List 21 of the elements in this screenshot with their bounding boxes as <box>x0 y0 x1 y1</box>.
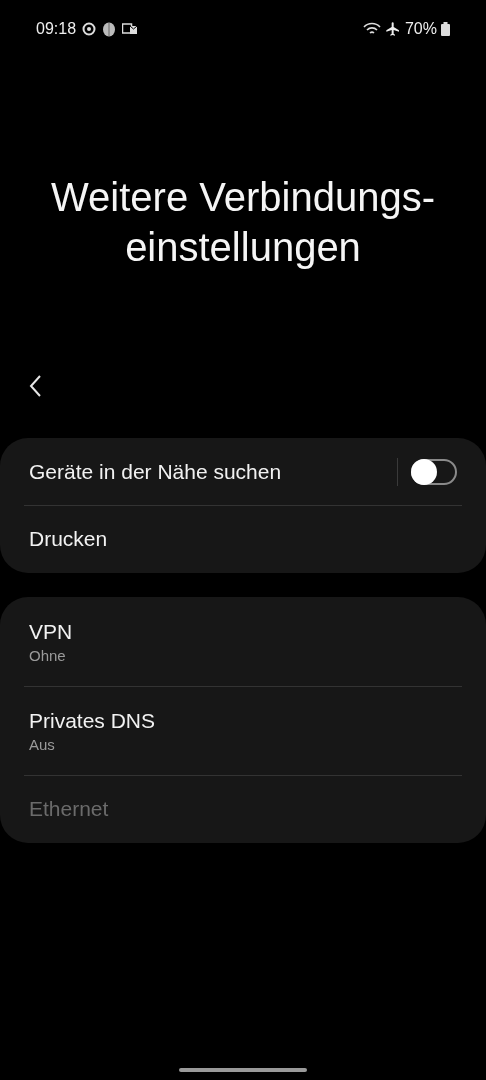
item-label: Geräte in der Nähe suchen <box>29 459 283 485</box>
item-summary: Aus <box>29 735 56 755</box>
mail-icon <box>122 23 139 35</box>
settings-item[interactable]: Geräte in der Nähe suchen <box>0 439 486 505</box>
settings-item[interactable]: Drucken <box>0 506 486 572</box>
battery-icon <box>441 22 450 36</box>
toggle-switch[interactable] <box>411 459 457 485</box>
notification-icon <box>82 22 97 36</box>
settings-item[interactable]: VPN Ohne <box>0 598 486 686</box>
item-label: Ethernet <box>29 796 110 822</box>
settings-item[interactable]: Privates DNS Aus <box>0 687 486 775</box>
status-time: 09:18 <box>36 19 77 39</box>
battery-percentage: 70% <box>404 19 437 39</box>
item-label: Drucken <box>29 526 109 552</box>
item-summary: Ohne <box>29 646 67 666</box>
item-label: Privates DNS <box>29 708 157 734</box>
page-title: Weitere Verbindungs- einstellungen <box>51 174 435 271</box>
airplane-icon <box>384 21 401 37</box>
wifi-icon <box>362 22 381 36</box>
item-label: VPN <box>29 619 74 645</box>
back-icon[interactable] <box>28 374 42 398</box>
